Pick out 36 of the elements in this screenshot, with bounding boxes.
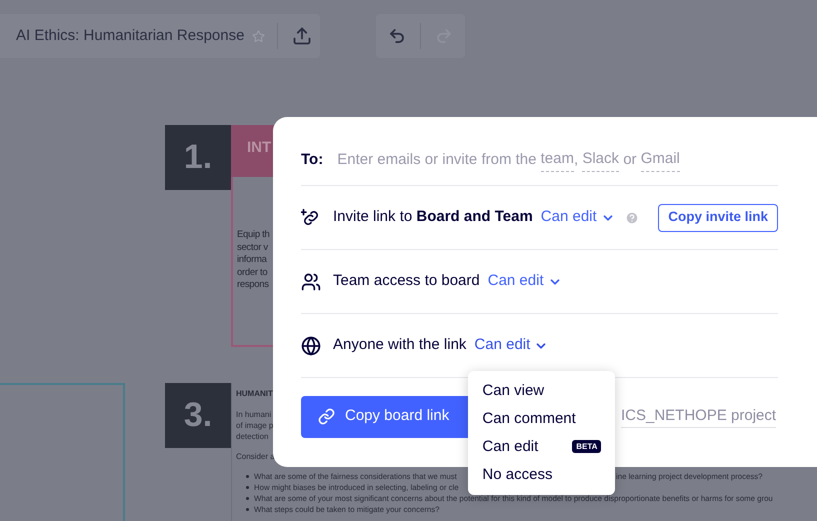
card-number: 3. [165,383,231,448]
card-text: informa [237,254,268,266]
menu-item[interactable]: Can edit [482,436,538,458]
card-text: respons [237,279,270,292]
row-label: Team access to board [333,271,480,292]
globe-icon [301,336,321,356]
link-icon [318,408,335,425]
invite-source-link[interactable]: Gmail [640,148,680,172]
email-field[interactable]: Enter emails or invite from the team, Slack or Gmail [337,148,680,172]
permission-dropdown[interactable]: Can edit [488,270,562,293]
beta-badge: BETA [572,440,602,454]
copy-invite-link-button[interactable]: Copy invite link [658,204,778,232]
star-icon[interactable] [252,30,266,42]
permission-dropdown[interactable]: Can edit [474,334,548,357]
card-text: In humani [236,409,272,420]
invite-source-link[interactable]: Slack [582,148,620,172]
card-number: 1. [165,125,231,190]
menu-item[interactable]: No access [482,464,552,486]
link-plus-icon [301,208,321,228]
card-heading: HUMANIT [236,388,273,400]
card-text: detection [236,431,268,442]
card-text: sector v [237,242,269,254]
to-label: To: [301,150,324,170]
invite-source-link[interactable]: team [540,148,574,172]
row-label: Anyone with the link [333,335,466,356]
project-link[interactable]: ICS_NETHOPE project [621,404,776,428]
row-label: Invite link to Board and Team [333,207,533,228]
upload-icon[interactable] [292,26,312,46]
card-text: order to [237,266,268,279]
permission-dropdown[interactable]: Can edit [540,206,615,229]
help-icon[interactable] [624,210,639,224]
card-text: of image p [236,420,274,431]
card-text: Equip th [237,229,270,242]
undo-icon[interactable] [388,27,406,45]
users-icon [301,272,321,292]
board-title: AI Ethics: Humanitarian Response [16,26,244,46]
